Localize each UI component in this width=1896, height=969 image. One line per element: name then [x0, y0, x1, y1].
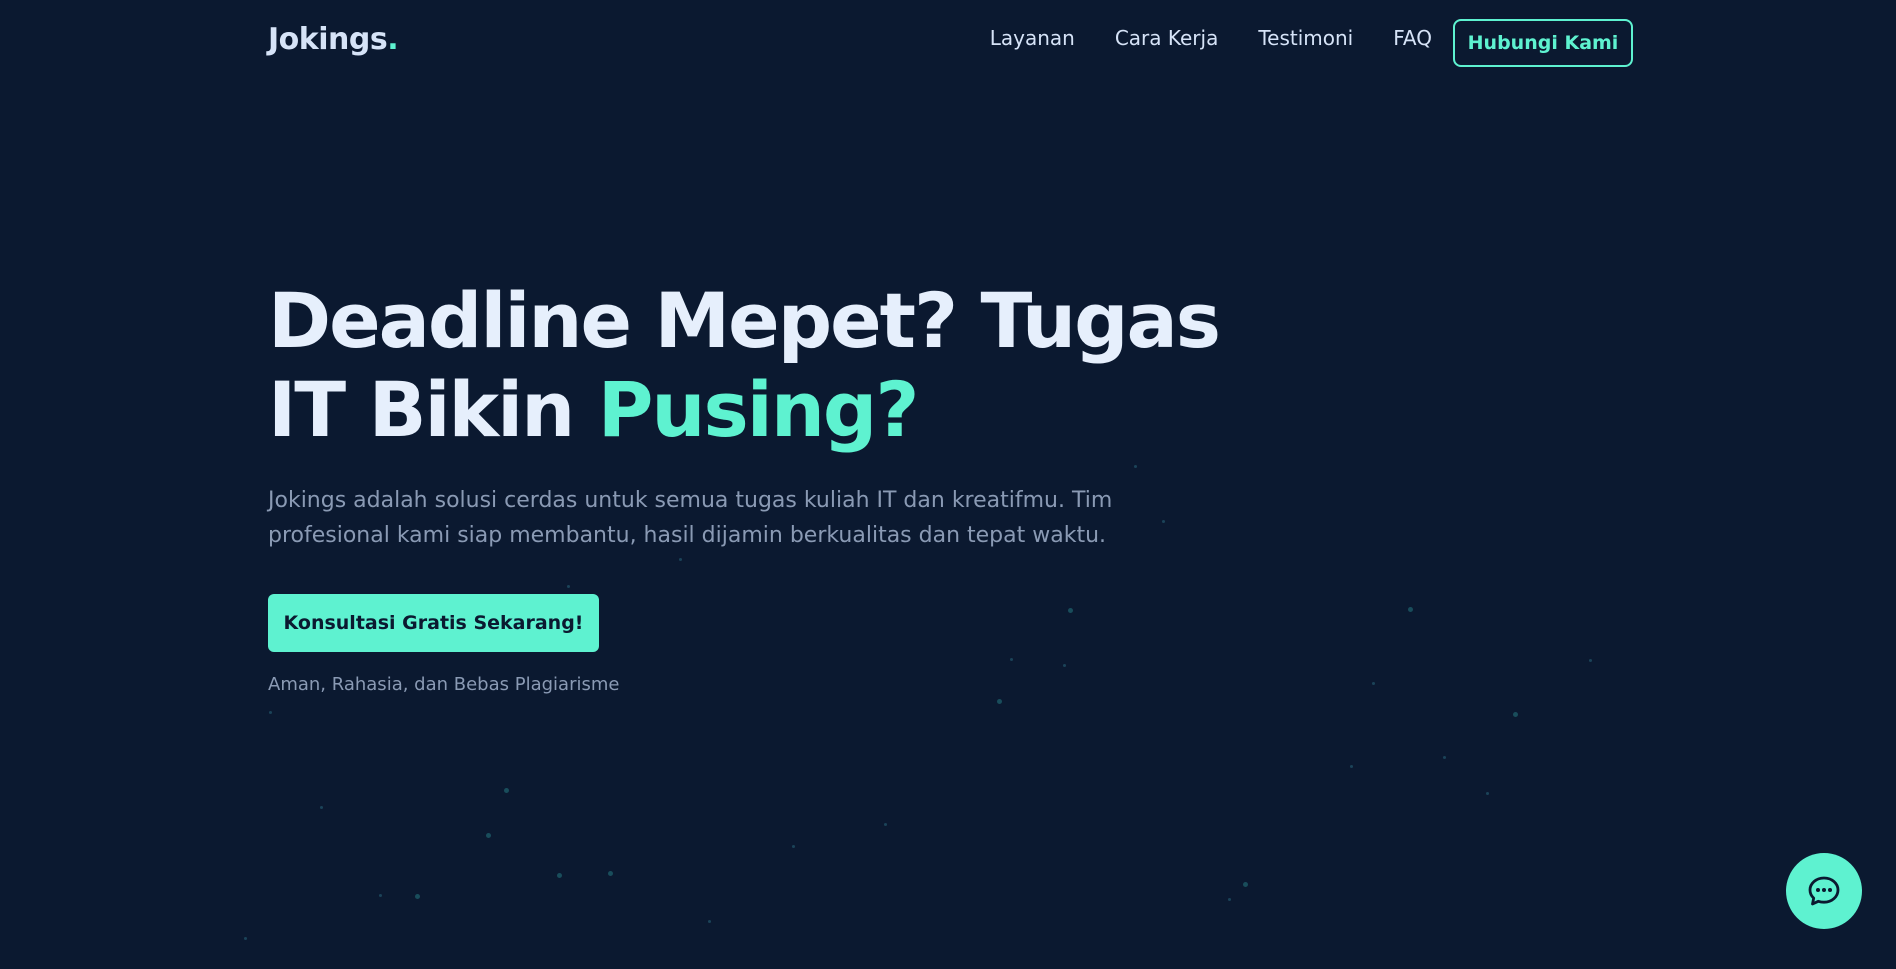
nav-link-cara-kerja[interactable]: Cara Kerja — [1115, 26, 1219, 50]
nav-link-testimoni[interactable]: Testimoni — [1258, 26, 1353, 50]
hero-title-accent: Pusing? — [597, 365, 920, 454]
brand-logo[interactable]: Jokings. — [268, 22, 399, 57]
nav-link-faq[interactable]: FAQ — [1393, 26, 1432, 50]
background-dot — [608, 871, 613, 876]
hero-description: Jokings adalah solusi cerdas untuk semua… — [268, 488, 1113, 548]
background-dot — [1589, 659, 1592, 662]
background-dot — [379, 894, 382, 897]
background-dot — [269, 711, 272, 714]
background-dot — [557, 873, 562, 878]
background-dot — [1408, 607, 1413, 612]
hero-title: Deadline Mepet? Tugas IT Bikin Pusing? — [268, 276, 1268, 454]
chat-bubble-icon — [1808, 876, 1840, 906]
hero-note: Aman, Rahasia, dan Bebas Plagiarisme — [268, 674, 620, 695]
background-dot — [504, 788, 509, 793]
background-dot — [1243, 882, 1248, 887]
background-dot — [415, 894, 420, 899]
background-dot — [708, 920, 711, 923]
background-dot — [884, 823, 887, 826]
hero-title-line2: IT Bikin — [268, 365, 598, 454]
background-dot — [792, 845, 795, 848]
background-dot — [1350, 765, 1353, 768]
background-dot — [486, 833, 491, 838]
free-consultation-button[interactable]: Konsultasi Gratis Sekarang! — [268, 594, 599, 652]
landing-page: Jokings. Layanan Cara Kerja Testimoni FA… — [0, 0, 1896, 969]
brand-dot: . — [387, 22, 399, 57]
navbar: Jokings. Layanan Cara Kerja Testimoni FA… — [0, 0, 1896, 86]
background-dot — [1486, 792, 1489, 795]
nav-link-layanan[interactable]: Layanan — [990, 26, 1075, 50]
background-dot — [1443, 756, 1446, 759]
brand-name: Jokings — [268, 22, 388, 57]
background-dot — [1513, 712, 1518, 717]
hero-title-line1: Deadline Mepet? Tugas — [268, 276, 1221, 365]
chat-button[interactable] — [1786, 853, 1862, 929]
background-dot — [244, 937, 247, 940]
background-dot — [997, 699, 1002, 704]
hero-section: Deadline Mepet? Tugas IT Bikin Pusing? J… — [268, 276, 1268, 695]
contact-button[interactable]: Hubungi Kami — [1453, 19, 1633, 67]
background-dot — [320, 806, 323, 809]
background-dot — [1372, 682, 1375, 685]
background-dot — [1228, 898, 1231, 901]
nav-links: Layanan Cara Kerja Testimoni FAQ — [990, 26, 1432, 50]
